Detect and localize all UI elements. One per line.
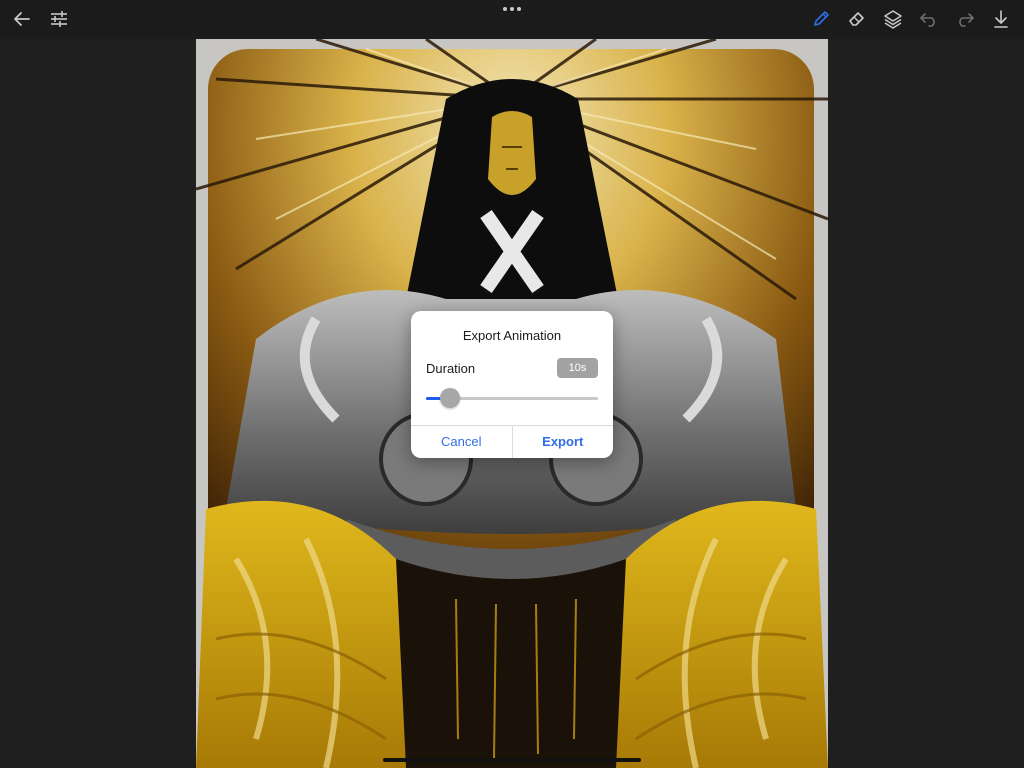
eraser-icon[interactable] <box>844 6 870 32</box>
download-icon[interactable] <box>988 6 1014 32</box>
pencil-icon[interactable] <box>808 6 834 32</box>
export-button[interactable]: Export <box>513 426 614 458</box>
sliders-icon[interactable] <box>46 6 72 32</box>
undo-icon[interactable] <box>916 6 942 32</box>
back-arrow-icon[interactable] <box>9 6 35 32</box>
dialog-button-row: Cancel Export <box>411 425 613 458</box>
redo-icon[interactable] <box>952 6 978 32</box>
duration-label: Duration <box>426 361 476 376</box>
more-dots-icon[interactable] <box>498 2 526 16</box>
home-indicator <box>383 758 641 762</box>
dot <box>510 7 514 11</box>
cancel-button[interactable]: Cancel <box>411 426 512 458</box>
slider-thumb[interactable] <box>440 388 460 408</box>
export-animation-dialog: Export Animation Duration 10s Cancel Exp… <box>411 311 613 458</box>
dot <box>503 7 507 11</box>
duration-slider[interactable] <box>426 388 598 408</box>
dialog-title: Export Animation <box>462 328 562 343</box>
dot <box>517 7 521 11</box>
layers-icon[interactable] <box>880 6 906 32</box>
top-toolbar <box>0 0 1024 39</box>
duration-value-badge: 10s <box>557 358 598 378</box>
